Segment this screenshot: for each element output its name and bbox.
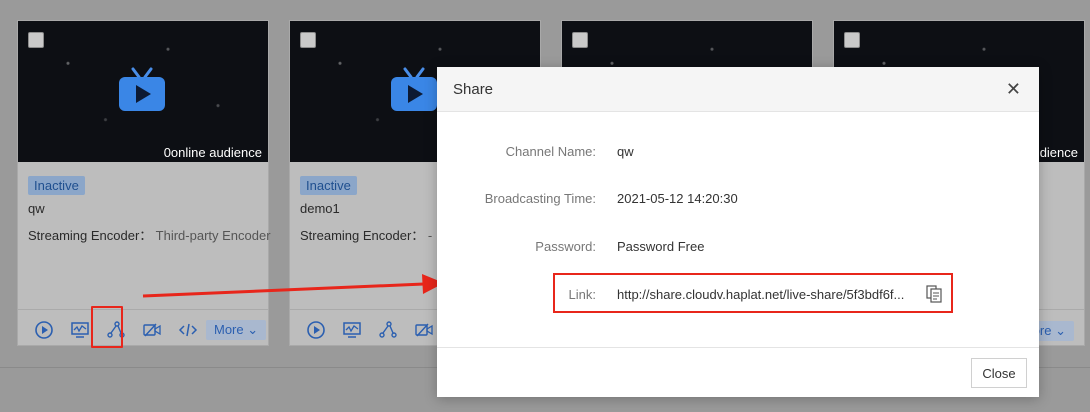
camera-off-icon — [143, 323, 161, 337]
encoder-value: Third-party Encoder — [155, 228, 271, 243]
broadcasting-time-label: Broadcasting Time: — [484, 191, 596, 206]
encoder-info: Streaming Encoder： Third-party Encoder — [28, 225, 271, 244]
channel-name-label: Channel Name: — [505, 144, 596, 159]
card-actions — [298, 317, 442, 343]
share-button[interactable] — [370, 317, 406, 343]
password-value: Password Free — [617, 239, 705, 254]
play-icon — [307, 321, 325, 339]
card-checkbox[interactable] — [300, 32, 316, 48]
play-icon — [35, 321, 53, 339]
card-actions: More ⌄ — [26, 317, 267, 343]
page: 0online audience Inactive qw Streaming E… — [0, 0, 1090, 412]
tv-play-icon — [119, 67, 165, 111]
share-icon — [379, 321, 397, 338]
channel-card[interactable]: 0online audience Inactive qw Streaming E… — [17, 20, 271, 346]
status-badge: Inactive — [300, 176, 357, 195]
encoder-label: Streaming Encoder： — [300, 228, 425, 243]
share-dialog: Share ✕ Channel Name: qw Broadcasting Ti… — [437, 67, 1039, 397]
dialog-title: Share — [453, 81, 494, 98]
encoder-info: Streaming Encoder： - — [300, 225, 432, 244]
monitor-button[interactable] — [334, 317, 370, 343]
card-divider — [18, 309, 268, 310]
close-button[interactable]: Close — [971, 358, 1027, 388]
dialog-footer — [437, 347, 1039, 348]
channel-name: qw — [28, 201, 45, 216]
channel-name-value: qw — [617, 144, 634, 159]
code-icon — [178, 323, 198, 337]
audience-count: dience — [1039, 145, 1078, 160]
card-checkbox[interactable] — [572, 32, 588, 48]
card-checkbox[interactable] — [844, 32, 860, 48]
encoder-label: Streaming Encoder： — [28, 228, 153, 243]
status-badge: Inactive — [28, 176, 85, 195]
card-checkbox[interactable] — [28, 32, 44, 48]
channel-name-row: Channel Name: qw — [437, 144, 1039, 164]
link-highlight — [553, 273, 953, 313]
dialog-header: Share ✕ — [437, 67, 1039, 112]
monitor-icon — [71, 322, 89, 338]
monitor-icon — [343, 322, 361, 338]
close-icon[interactable]: ✕ — [1006, 80, 1021, 98]
camera-off-button[interactable] — [134, 317, 170, 343]
share-icon-highlight — [91, 306, 123, 348]
embed-code-button[interactable] — [170, 317, 206, 343]
channel-thumbnail[interactable]: 0online audience — [18, 21, 268, 162]
play-button[interactable] — [298, 317, 334, 343]
more-button[interactable]: More ⌄ — [206, 320, 267, 340]
audience-count: 0online audience — [163, 145, 262, 160]
encoder-value: - — [427, 228, 433, 243]
tv-play-icon — [391, 67, 437, 111]
password-row: Password: Password Free — [437, 239, 1039, 259]
broadcasting-time-row: Broadcasting Time: 2021-05-12 14:20:30 — [437, 191, 1039, 211]
play-button[interactable] — [26, 317, 62, 343]
broadcasting-time-value: 2021-05-12 14:20:30 — [617, 191, 738, 206]
password-label: Password: — [535, 239, 596, 254]
camera-off-icon — [415, 323, 433, 337]
channel-name: demo1 — [300, 201, 340, 216]
